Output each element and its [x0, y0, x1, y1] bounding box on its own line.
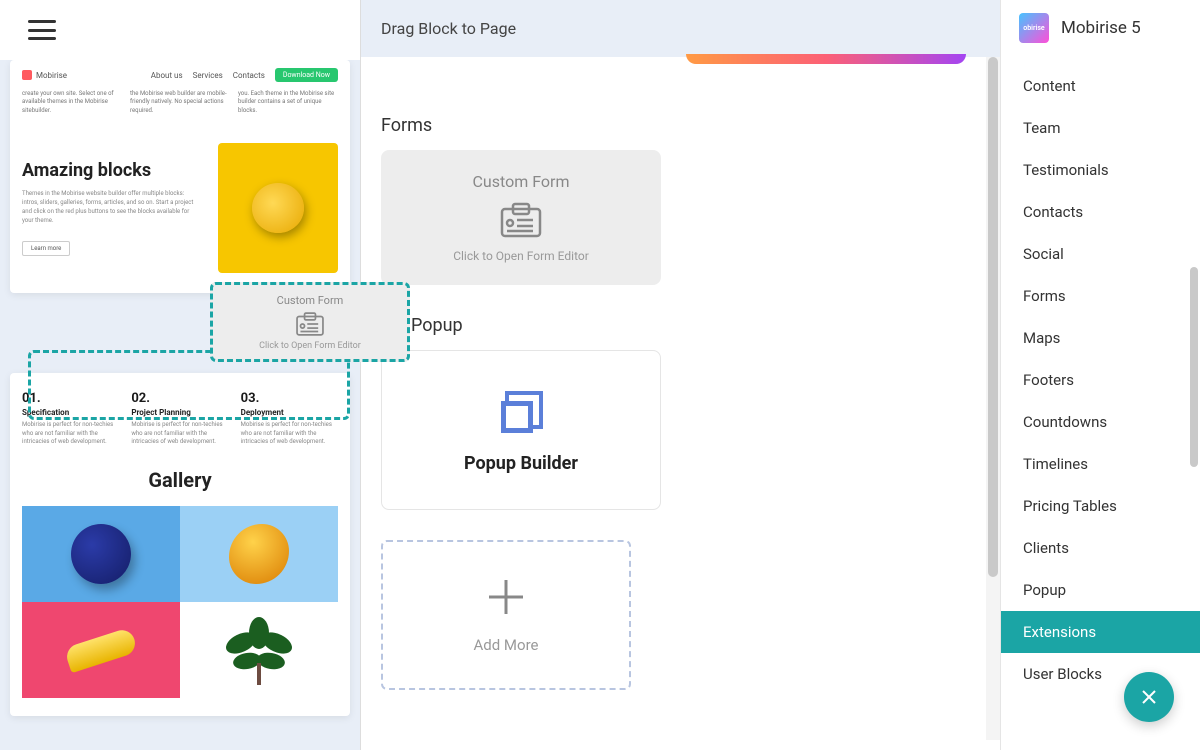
- preview-brand: Mobirise: [36, 71, 67, 80]
- blocks-panel: Drag Block to Page Forms Custom Form Cli…: [360, 0, 1000, 750]
- step-desc: Mobirise is perfect for non-techies who …: [241, 421, 338, 446]
- app-name: Mobirise 5: [1061, 18, 1141, 38]
- page-preview-column: Mobirise About us Services Contacts Down…: [0, 0, 360, 750]
- category-scrollbar[interactable]: [1188, 57, 1200, 750]
- popup-icon: [493, 387, 549, 443]
- close-icon: [1140, 688, 1158, 706]
- blocks-scroll[interactable]: Forms Custom Form Click to Open Form Edi…: [361, 57, 1000, 750]
- blocks-panel-title: Drag Block to Page: [361, 0, 1000, 57]
- learn-more-button: Learn more: [22, 241, 70, 256]
- custom-form-label: Custom Form: [277, 294, 344, 307]
- gallery-tile: [22, 602, 180, 698]
- custom-form-sub: Click to Open Form Editor: [259, 341, 361, 351]
- nav-link: Contacts: [233, 71, 265, 80]
- gallery-tile: [180, 506, 338, 602]
- hero-image: [218, 143, 338, 273]
- app-menu-bar: [0, 0, 360, 60]
- category-social[interactable]: Social: [1001, 233, 1200, 275]
- custom-form-label: Custom Form: [473, 172, 570, 191]
- gallery-tile: [22, 506, 180, 602]
- popup-builder-label: Popup Builder: [464, 453, 578, 474]
- hamburger-icon[interactable]: [28, 20, 56, 40]
- preview-nav: Mobirise About us Services Contacts Down…: [10, 60, 350, 90]
- preview-col: you. Each theme in the Mobirise site bui…: [238, 90, 338, 115]
- download-button: Download Now: [275, 68, 338, 82]
- category-sidebar: obirise Mobirise 5 ContentTeamTestimonia…: [1000, 0, 1200, 750]
- popup-builder-block[interactable]: Popup Builder: [381, 350, 661, 510]
- category-countdowns[interactable]: Countdowns: [1001, 401, 1200, 443]
- hero-row: Amazing blocks Themes in the Mobirise we…: [10, 129, 350, 293]
- category-content[interactable]: Content: [1001, 65, 1200, 107]
- category-testimonials[interactable]: Testimonials: [1001, 149, 1200, 191]
- preview-block-hero[interactable]: Mobirise About us Services Contacts Down…: [10, 60, 350, 293]
- gallery-grid: [22, 506, 338, 698]
- preview-columns: create your own site. Select one of avai…: [10, 90, 350, 129]
- dragging-custom-form-block[interactable]: Custom Form Click to Open Form Editor: [210, 282, 410, 362]
- category-team[interactable]: Team: [1001, 107, 1200, 149]
- mobirise-logo-icon: [22, 70, 32, 80]
- section-popup-title: Popup: [411, 315, 980, 336]
- app-header: obirise Mobirise 5: [1001, 0, 1200, 57]
- app-logo-icon: obirise: [1019, 13, 1049, 43]
- preview-col: the Mobirise web builder are mobile-frie…: [130, 90, 230, 115]
- category-extensions[interactable]: Extensions: [1001, 611, 1200, 653]
- category-popup[interactable]: Popup: [1001, 569, 1200, 611]
- blocks-scrollbar[interactable]: [986, 57, 1000, 740]
- nav-link: Services: [193, 71, 223, 80]
- category-pricing-tables[interactable]: Pricing Tables: [1001, 485, 1200, 527]
- add-more-button[interactable]: Add More: [381, 540, 631, 690]
- add-more-label: Add More: [474, 636, 539, 654]
- form-icon: [499, 201, 543, 239]
- hero-desc: Themes in the Mobirise website builder o…: [22, 189, 198, 225]
- category-list[interactable]: ContentTeamTestimonialsContactsSocialFor…: [1001, 57, 1200, 750]
- page-preview-scroll[interactable]: Mobirise About us Services Contacts Down…: [0, 60, 360, 750]
- custom-form-block[interactable]: Custom Form Click to Open Form Editor: [381, 150, 661, 285]
- custom-form-sub: Click to Open Form Editor: [453, 249, 589, 263]
- preview-block-steps[interactable]: 01. Specification Mobirise is perfect fo…: [10, 373, 350, 716]
- step-desc: Mobirise is perfect for non-techies who …: [22, 421, 119, 446]
- telephone-icon: [252, 183, 304, 233]
- category-clients[interactable]: Clients: [1001, 527, 1200, 569]
- section-forms-title: Forms: [381, 115, 980, 136]
- category-forms[interactable]: Forms: [1001, 275, 1200, 317]
- category-timelines[interactable]: Timelines: [1001, 443, 1200, 485]
- form-icon: [295, 311, 325, 337]
- nav-link: About us: [151, 71, 183, 80]
- close-panel-button[interactable]: [1124, 672, 1174, 722]
- category-contacts[interactable]: Contacts: [1001, 191, 1200, 233]
- category-footers[interactable]: Footers: [1001, 359, 1200, 401]
- plus-icon: [485, 576, 527, 618]
- gallery-tile: [180, 602, 338, 698]
- step-desc: Mobirise is perfect for non-techies who …: [131, 421, 228, 446]
- category-maps[interactable]: Maps: [1001, 317, 1200, 359]
- preview-col: create your own site. Select one of avai…: [22, 90, 122, 115]
- hero-title: Amazing blocks: [22, 161, 198, 181]
- gallery-title: Gallery: [22, 468, 338, 492]
